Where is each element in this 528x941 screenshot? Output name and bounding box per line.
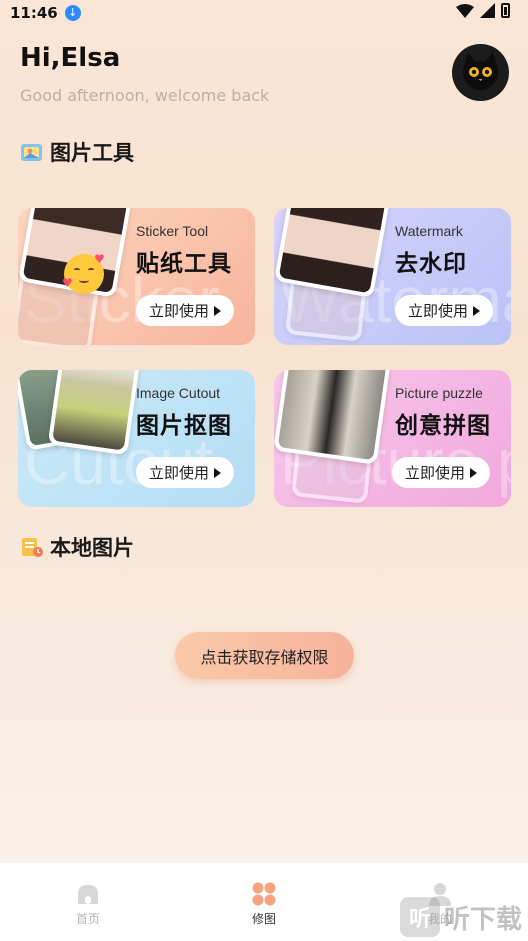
- use-now-button[interactable]: 立即使用: [392, 457, 490, 488]
- play-icon: [214, 467, 221, 478]
- tools-section-title: 图片工具: [20, 137, 134, 167]
- greeting-subtitle: Good afternoon, welcome back: [20, 86, 270, 105]
- avatar[interactable]: [452, 44, 509, 101]
- bottom-nav: 首页 修图 我的 听 听下载: [0, 863, 528, 941]
- card-cn-title: 创意拼图: [395, 413, 491, 439]
- card-en-title: Sticker Tool: [136, 223, 209, 239]
- site-watermark: 听 听下载: [399, 897, 522, 937]
- watermark-card[interactable]: Waterma Watermark 去水印 立即使用: [274, 208, 511, 345]
- local-images-icon: [22, 538, 43, 557]
- picture-puzzle-card[interactable]: Picture pu Picture puzzle 创意拼图 立即使用: [274, 370, 511, 507]
- card-en-title: Image Cutout: [136, 385, 221, 401]
- use-now-label: 立即使用: [407, 302, 468, 320]
- local-section-title: 本地图片: [20, 532, 134, 562]
- card-cn-title: 去水印: [395, 251, 467, 277]
- black-cat-icon: [463, 52, 498, 90]
- play-icon: [214, 305, 221, 316]
- use-now-label: 立即使用: [148, 464, 209, 482]
- card-cn-title: 图片抠图: [136, 413, 232, 439]
- nav-label-edit: 修图: [251, 912, 276, 926]
- status-bar: 11:46 ↓: [0, 0, 528, 26]
- card-en-title: Watermark: [395, 223, 463, 239]
- image-cutout-card[interactable]: Cutout Image Cutout 图片抠图 立即使用: [18, 370, 255, 507]
- greeting-title: Hi,Elsa: [20, 43, 121, 73]
- nav-item-home[interactable]: 首页: [0, 863, 176, 941]
- tools-section-label: 图片工具: [50, 141, 134, 165]
- watermark-text: 听下载: [443, 904, 522, 935]
- play-icon: [470, 467, 477, 478]
- use-now-button[interactable]: 立即使用: [136, 295, 234, 326]
- nav-label-home: 首页: [75, 912, 100, 926]
- card-photo: [274, 370, 391, 465]
- play-icon: [473, 305, 480, 316]
- download-icon: ↓: [64, 5, 81, 21]
- grant-storage-permission-button[interactable]: 点击获取存储权限: [175, 632, 354, 679]
- edit-grid-icon: [252, 882, 276, 906]
- status-time: 11:46: [10, 4, 58, 22]
- signal-icon: [480, 3, 495, 18]
- use-now-button[interactable]: 立即使用: [395, 295, 493, 326]
- wifi-icon: [456, 3, 474, 18]
- use-now-label: 立即使用: [404, 464, 465, 482]
- card-photo: [47, 370, 141, 456]
- use-now-label: 立即使用: [148, 302, 209, 320]
- nav-item-edit[interactable]: 修图: [176, 863, 352, 941]
- home-icon: [78, 885, 98, 904]
- watermark-logo-icon: 听: [399, 897, 440, 937]
- card-en-title: Picture puzzle: [395, 385, 483, 401]
- battery-icon: [501, 3, 510, 18]
- smiley-sticker-icon: ♥ ♥: [62, 252, 105, 294]
- use-now-button[interactable]: 立即使用: [136, 457, 234, 488]
- photo-tools-icon: [21, 144, 42, 161]
- local-section-label: 本地图片: [50, 536, 134, 560]
- sticker-tool-card[interactable]: Sticker ♥ ♥ Sticker Tool 贴纸工具 立即使用: [18, 208, 255, 345]
- card-cn-title: 贴纸工具: [136, 251, 232, 277]
